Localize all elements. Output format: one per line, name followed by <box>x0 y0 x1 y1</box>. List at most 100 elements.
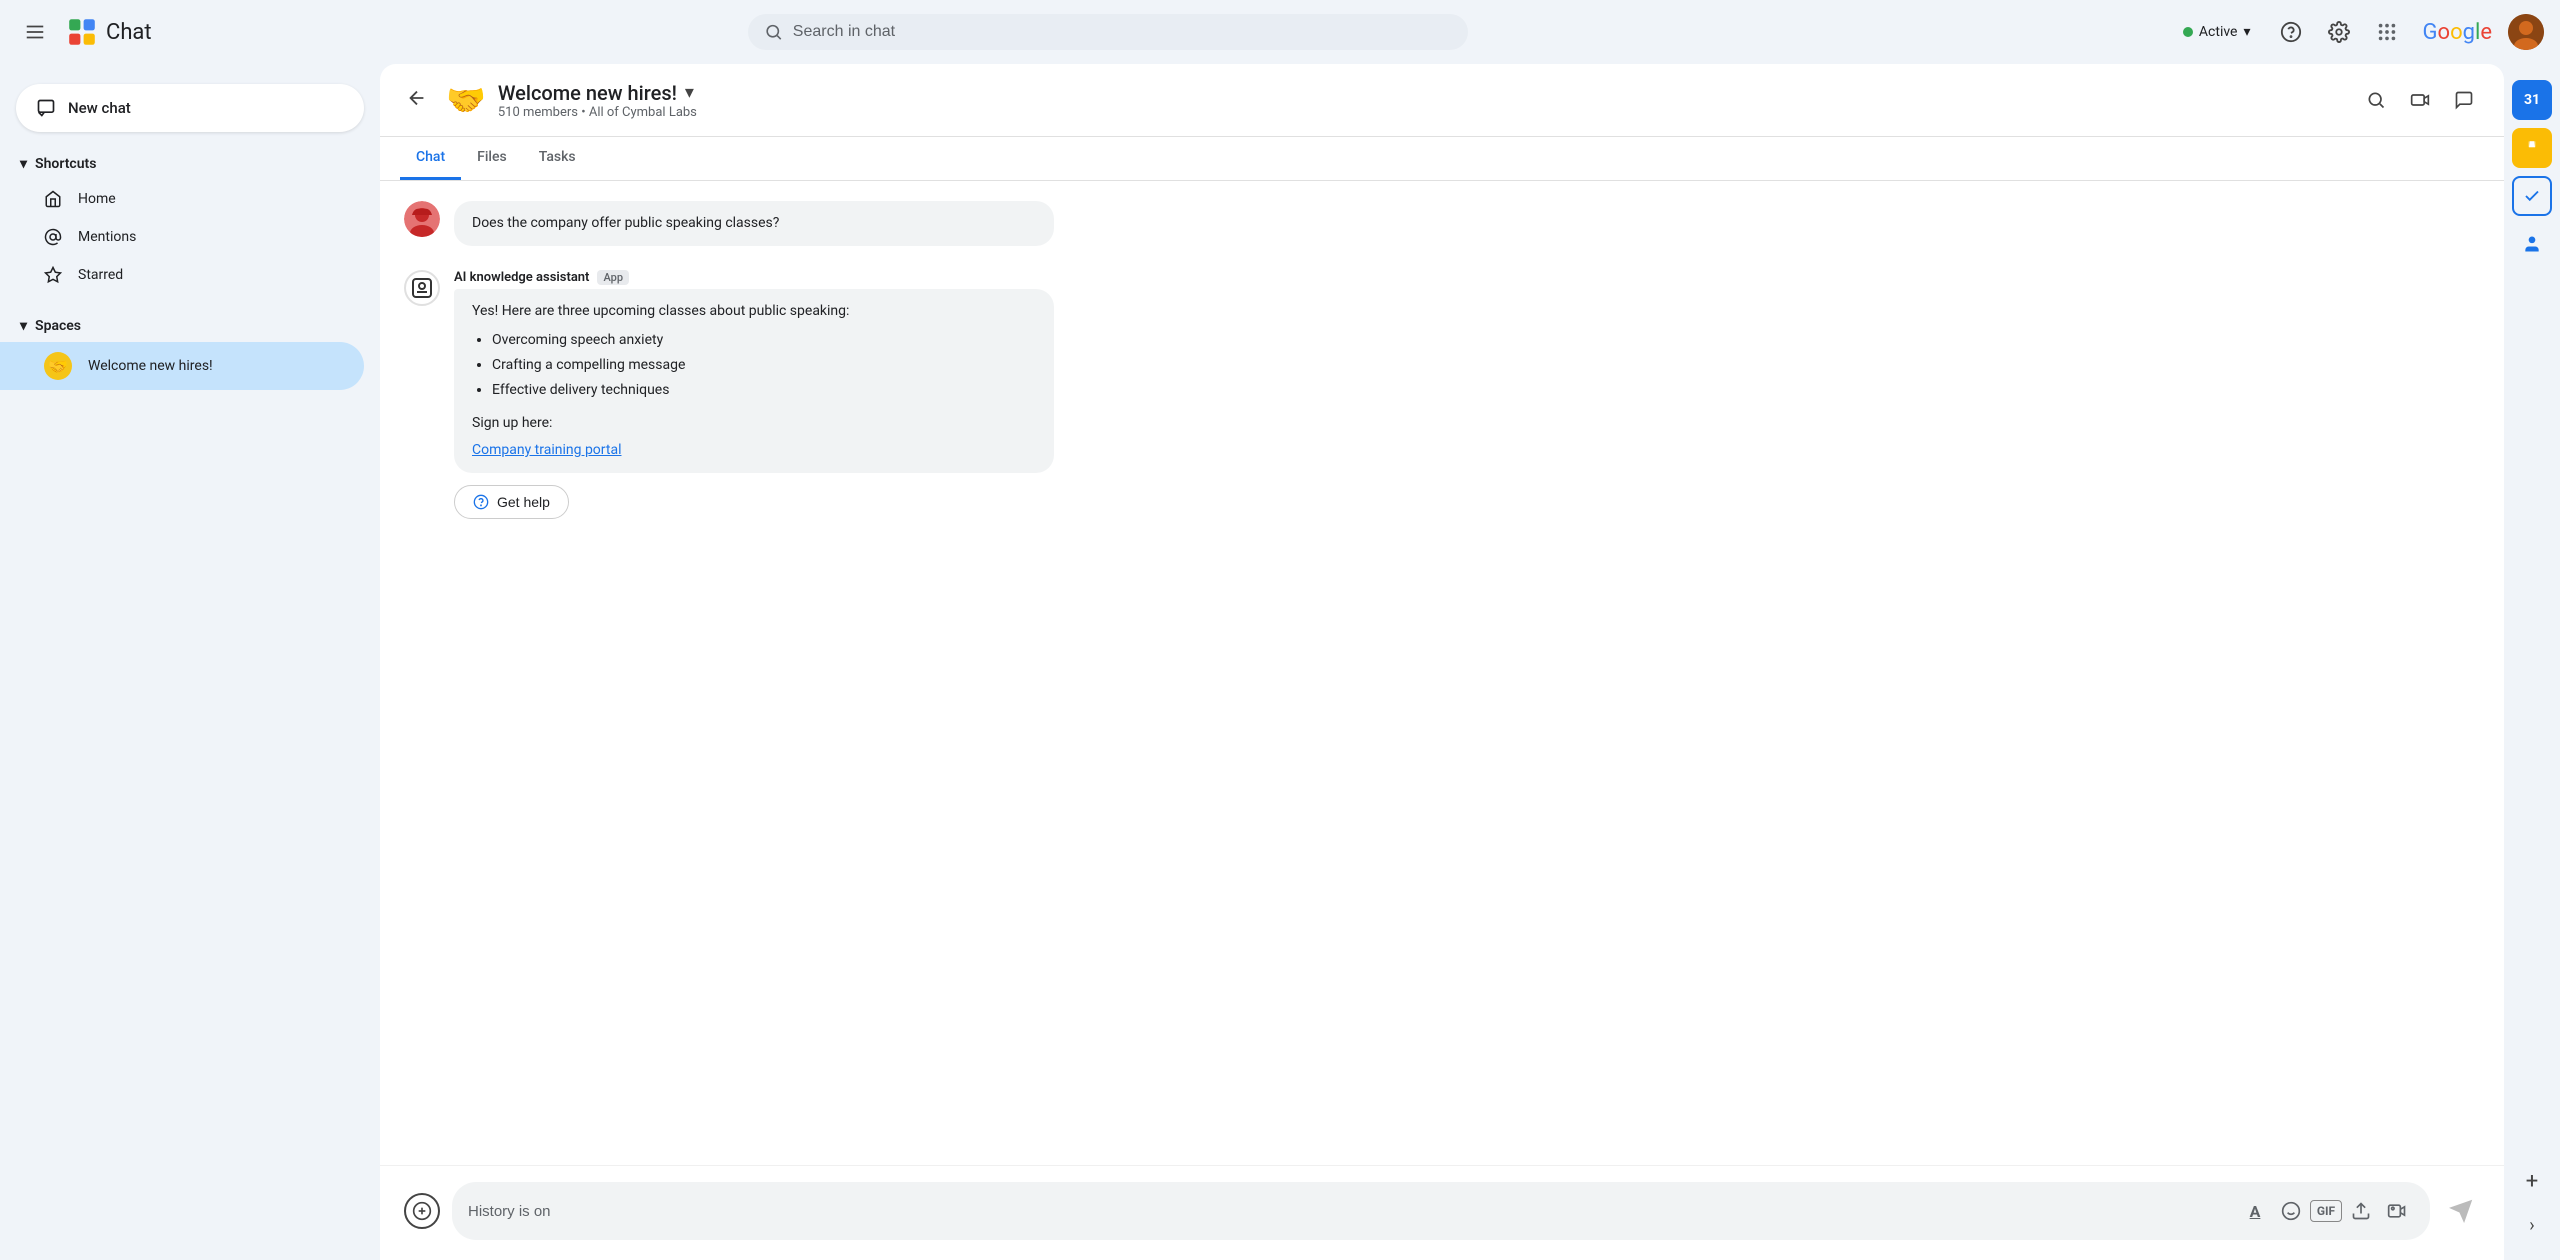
new-chat-button[interactable]: New chat <box>16 84 364 132</box>
shortcuts-label: Shortcuts <box>35 156 96 172</box>
members-count: 510 members <box>498 105 578 120</box>
home-label: Home <box>78 191 116 207</box>
header-search-button[interactable] <box>2356 80 2396 120</box>
sidebar-item-welcome-new-hires[interactable]: 🤝 Welcome new hires! <box>0 342 364 390</box>
bot-intro-text: Yes! Here are three upcoming classes abo… <box>472 301 1036 322</box>
starred-label: Starred <box>78 267 123 283</box>
status-label: Active <box>2199 24 2238 40</box>
people-app-button[interactable] <box>2512 224 2552 264</box>
home-icon <box>44 190 62 208</box>
expand-icon: › <box>2529 1215 2534 1236</box>
search-icon <box>764 22 783 42</box>
chat-title-text: Welcome new hires! <box>498 81 677 105</box>
keep-app-button[interactable] <box>2512 128 2552 168</box>
status-dot <box>2183 27 2193 37</box>
google-text: Google <box>2423 20 2492 45</box>
sidebar-item-home[interactable]: Home <box>0 180 364 218</box>
bot-message-content: AI knowledge assistant App Yes! Here are… <box>454 270 2480 519</box>
help-button[interactable] <box>2271 12 2311 52</box>
bot-sender: AI knowledge assistant App <box>454 270 2480 285</box>
gif-button[interactable]: GIF <box>2310 1200 2342 1222</box>
space-item-label: Welcome new hires! <box>88 358 213 374</box>
training-portal-link[interactable]: Company training portal <box>472 442 621 458</box>
user-message-text: Does the company offer public speaking c… <box>472 215 779 231</box>
video-message-button[interactable] <box>2380 1194 2414 1228</box>
shortcuts-chevron: ▾ <box>20 156 27 172</box>
back-button[interactable] <box>400 81 434 120</box>
org-name: All of Cymbal Labs <box>589 105 697 120</box>
hamburger-menu-button[interactable] <box>16 13 54 51</box>
header-video-button[interactable] <box>2400 80 2440 120</box>
send-button[interactable] <box>2442 1192 2480 1230</box>
top-bar-right: Active ▾ Google <box>2171 12 2544 52</box>
app-badge: App <box>597 270 629 285</box>
mentions-icon <box>44 228 62 246</box>
tasks-app-button[interactable] <box>2512 176 2552 216</box>
message-input[interactable] <box>468 1203 2230 1220</box>
tab-chat[interactable]: Chat <box>400 137 461 180</box>
chat-header-actions <box>2356 80 2484 120</box>
search-input[interactable] <box>793 23 1452 41</box>
tab-tasks[interactable]: Tasks <box>523 137 592 180</box>
starred-icon <box>44 266 62 284</box>
format-text-button[interactable]: A <box>2238 1194 2272 1228</box>
top-bar: Chat Active ▾ <box>0 0 2560 64</box>
user-message-row: Does the company offer public speaking c… <box>404 201 2480 246</box>
search-bar <box>748 14 1468 50</box>
list-item: Overcoming speech anxiety <box>492 330 1036 351</box>
spaces-section: ▾ Spaces 🤝 Welcome new hires! <box>0 302 380 398</box>
space-emoji: 🤝 <box>44 352 72 380</box>
spaces-label: Spaces <box>35 318 81 334</box>
upload-button[interactable] <box>2344 1194 2378 1228</box>
add-app-button[interactable]: + <box>2514 1163 2550 1199</box>
list-item: Crafting a compelling message <box>492 355 1036 376</box>
help-circle-icon <box>473 494 489 510</box>
subtitle-separator: • <box>581 105 589 120</box>
shortcuts-header[interactable]: ▾ Shortcuts <box>0 148 380 180</box>
calendar-app-button[interactable]: 31 <box>2512 80 2552 120</box>
space-header-emoji: 🤝 <box>446 81 486 119</box>
spaces-header[interactable]: ▾ Spaces <box>0 310 380 342</box>
title-chevron-icon[interactable]: ▾ <box>685 82 694 103</box>
tab-files[interactable]: Files <box>461 137 523 180</box>
new-chat-label: New chat <box>68 99 131 117</box>
add-attachment-button[interactable] <box>404 1193 440 1229</box>
chat-header: 🤝 Welcome new hires! ▾ 510 members • All… <box>380 64 2504 137</box>
user-message-bubble: Does the company offer public speaking c… <box>454 201 1054 246</box>
input-actions: A GIF <box>2238 1194 2414 1228</box>
bot-sender-name: AI knowledge assistant <box>454 270 589 285</box>
user-message-avatar <box>404 201 440 237</box>
chat-subtitle: 510 members • All of Cymbal Labs <box>498 105 2344 120</box>
messages-area: Does the company offer public speaking c… <box>380 181 2504 1165</box>
app-title: Chat <box>106 20 152 45</box>
emoji-button[interactable] <box>2274 1194 2308 1228</box>
expand-button[interactable]: › <box>2529 1207 2534 1244</box>
spaces-chevron: ▾ <box>20 318 27 334</box>
right-sidebar: 31 + › <box>2504 64 2560 1260</box>
get-help-label: Get help <box>497 494 550 510</box>
people-icon <box>2522 234 2542 254</box>
list-item: Effective delivery techniques <box>492 380 1036 401</box>
chat-tabs: Chat Files Tasks <box>380 137 2504 181</box>
sidebar-item-mentions[interactable]: Mentions <box>0 218 364 256</box>
sidebar-item-starred[interactable]: Starred <box>0 256 364 294</box>
bot-message-bubble: Yes! Here are three upcoming classes abo… <box>454 289 1054 473</box>
shortcuts-section: ▾ Shortcuts Home Mentions <box>0 140 380 302</box>
new-chat-icon <box>36 98 56 118</box>
input-area: A GIF <box>380 1165 2504 1260</box>
sidebar: New chat ▾ Shortcuts Home Mentions <box>0 64 380 1260</box>
status-chevron: ▾ <box>2243 24 2250 40</box>
status-pill[interactable]: Active ▾ <box>2171 18 2263 46</box>
user-message-content: Does the company offer public speaking c… <box>454 201 2480 246</box>
header-chat-button[interactable] <box>2444 80 2484 120</box>
top-bar-left: Chat <box>16 13 396 51</box>
grid-apps-button[interactable] <box>2367 12 2407 52</box>
keep-icon <box>2523 139 2541 157</box>
chat-header-info: Welcome new hires! ▾ 510 members • All o… <box>498 81 2344 120</box>
chat-title: Welcome new hires! ▾ <box>498 81 2344 105</box>
get-help-button[interactable]: Get help <box>454 485 569 519</box>
user-avatar[interactable] <box>2508 14 2544 50</box>
tasks-icon <box>2523 187 2541 205</box>
calendar-label: 31 <box>2524 92 2540 108</box>
settings-button[interactable] <box>2319 12 2359 52</box>
